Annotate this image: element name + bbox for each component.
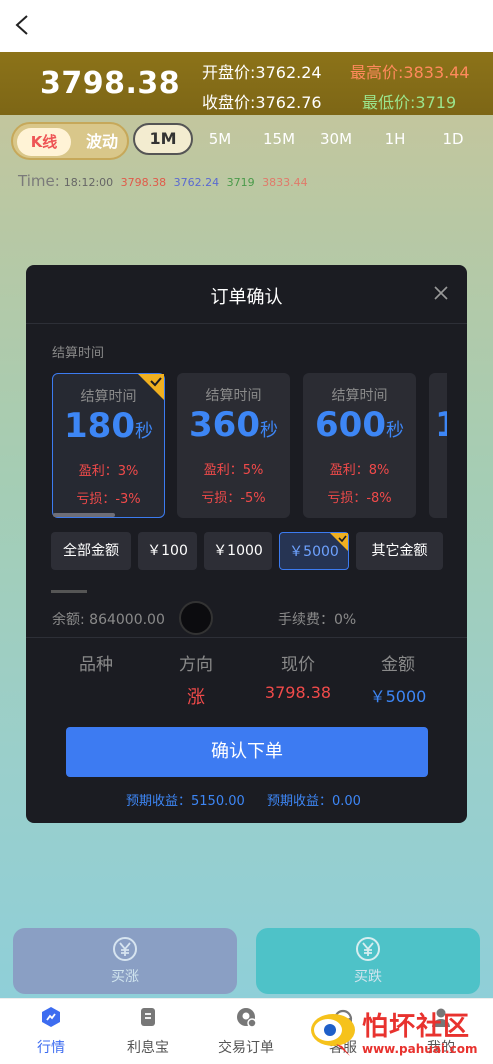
settle-option-600[interactable]: 结算时间 600秒 盈利：8% 亏损：-8% bbox=[303, 373, 416, 518]
tab-1h[interactable]: 1H bbox=[370, 130, 420, 148]
settle-option-180[interactable]: 结算时间 180秒 盈利：3% 亏损：-3% bbox=[52, 373, 165, 518]
time-readout: Time: 18:12:00 3798.38 3762.24 3719 3833.… bbox=[18, 172, 308, 190]
price-header: 3798.38 开盘价:3762.24 最高价:3833.44 收盘价:3762… bbox=[0, 52, 493, 115]
col-price: 现价 bbox=[281, 655, 315, 675]
market-icon bbox=[42, 1007, 60, 1027]
settle-time-label: 结算时间 bbox=[52, 346, 105, 361]
col-direction: 方向 bbox=[179, 655, 213, 675]
amount-other-button[interactable]: 其它金额 bbox=[356, 532, 443, 570]
settle-option-360[interactable]: 结算时间 360秒 盈利：5% 亏损：-5% bbox=[177, 373, 290, 518]
tab-kline[interactable]: K线 bbox=[17, 128, 71, 156]
watermark: 怕坏社区 www.pahuai.com bbox=[302, 1002, 492, 1062]
tab-wave[interactable]: 波动 bbox=[77, 128, 127, 156]
back-icon[interactable] bbox=[12, 14, 34, 36]
open-price: 开盘价:3762.24 bbox=[202, 63, 322, 82]
scroll-progress bbox=[53, 513, 115, 517]
amount-all-button[interactable]: 全部金额 bbox=[51, 532, 131, 570]
buy-down-button[interactable]: 买跌 bbox=[256, 928, 480, 994]
selected-check-icon bbox=[138, 374, 164, 400]
selected-check-icon bbox=[330, 533, 348, 551]
amount-100-button[interactable]: ￥100 bbox=[138, 532, 197, 570]
divider bbox=[26, 323, 467, 324]
close-price: 收盘价:3762.76 bbox=[202, 93, 322, 112]
modal-title: 订单确认 bbox=[210, 287, 283, 308]
confirm-order-button[interactable]: 确认下单 bbox=[66, 727, 428, 777]
tab-1d[interactable]: 1D bbox=[428, 130, 478, 148]
top-bar bbox=[0, 0, 493, 52]
fee-text: 手续费：0% bbox=[278, 612, 357, 628]
orders-icon bbox=[237, 1008, 257, 1028]
chart-tabs: K线 波动 1M 5M 15M 30M 1H 1D bbox=[0, 120, 493, 164]
current-price: 3798.38 bbox=[40, 66, 181, 101]
divider bbox=[51, 590, 87, 593]
tab-1m[interactable]: 1M bbox=[133, 123, 193, 155]
expected-profit-down: 预期收益：0.00 bbox=[267, 794, 361, 809]
amount-value: ￥5000 bbox=[369, 687, 427, 706]
yen-coin-icon bbox=[113, 937, 137, 961]
watermark-logo-icon bbox=[311, 1014, 355, 1056]
order-confirm-modal: 订单确认 结算时间 结算时间 180秒 盈利：3% 亏损：-3% 结算时间 36… bbox=[26, 265, 467, 823]
direction-value: 涨 bbox=[187, 687, 205, 708]
balance-text: 余额: 864000.00 bbox=[52, 612, 165, 628]
circle-toggle[interactable] bbox=[179, 601, 213, 635]
high-price: 最高价:3833.44 bbox=[350, 63, 470, 82]
settle-time-options: 结算时间 180秒 盈利：3% 亏损：-3% 结算时间 360秒 盈利：5% 亏… bbox=[52, 373, 447, 518]
col-amount: 金额 bbox=[381, 655, 415, 675]
amount-5000-button[interactable]: ￥5000 bbox=[279, 532, 349, 570]
expected-profit-up: 预期收益：5150.00 bbox=[126, 794, 245, 809]
amount-1000-button[interactable]: ￥1000 bbox=[204, 532, 272, 570]
col-variety: 品种 bbox=[79, 655, 113, 675]
wallet-icon bbox=[141, 1008, 155, 1026]
yen-coin-icon bbox=[356, 937, 380, 961]
tab-30m[interactable]: 30M bbox=[311, 130, 361, 148]
price-value: 3798.38 bbox=[264, 683, 332, 702]
tab-market[interactable]: 行情 bbox=[6, 1005, 96, 1057]
settle-option-more[interactable]: 1 bbox=[429, 373, 447, 518]
tab-orders[interactable]: 交易订单 bbox=[201, 1005, 291, 1057]
buy-up-button[interactable]: 买涨 bbox=[13, 928, 237, 994]
tab-5m[interactable]: 5M bbox=[195, 130, 245, 148]
chart-mode-toggle: K线 波动 bbox=[11, 122, 129, 160]
tab-15m[interactable]: 15M bbox=[254, 130, 304, 148]
close-icon[interactable] bbox=[431, 283, 451, 303]
tab-interest[interactable]: 利息宝 bbox=[103, 1005, 193, 1057]
low-price: 最低价:3719 bbox=[362, 93, 457, 112]
divider bbox=[26, 637, 467, 638]
